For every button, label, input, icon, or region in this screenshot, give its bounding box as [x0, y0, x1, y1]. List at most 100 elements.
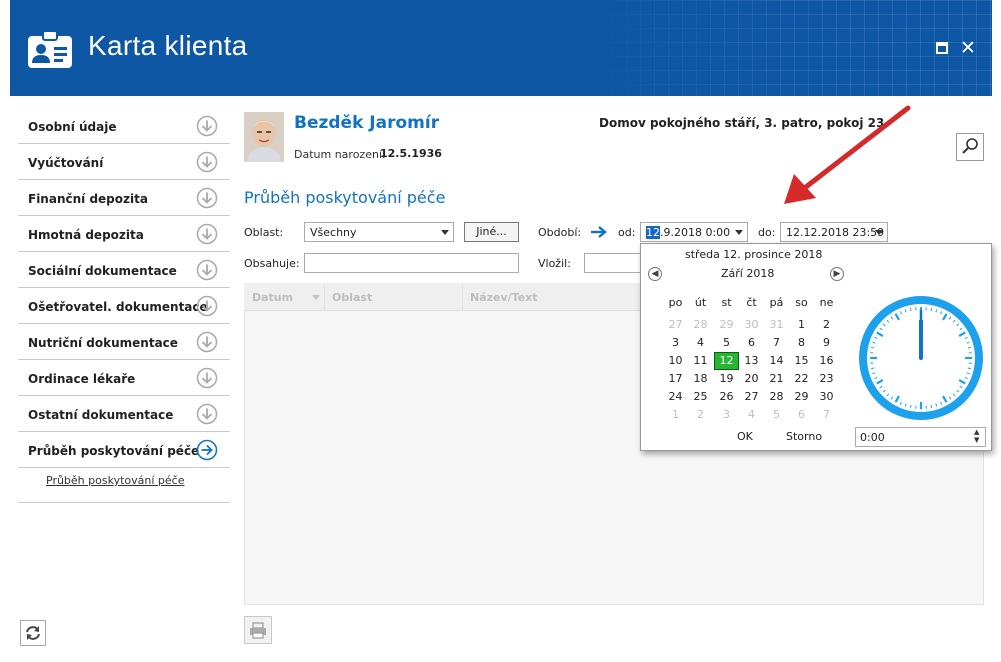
sidebar-item-1[interactable]: Vyúčtování [18, 144, 230, 180]
calendar-day[interactable]: 28 [688, 316, 713, 334]
sidebar-item-label: Osobní údaje [28, 120, 117, 134]
today-label[interactable]: středa 12. prosince 2018 [685, 248, 822, 261]
calendar-day[interactable]: 29 [789, 388, 814, 406]
sidebar-item-label: Nutriční dokumentace [28, 336, 178, 350]
calendar-day[interactable]: 11 [688, 352, 713, 370]
refresh-button[interactable] [20, 620, 46, 646]
calendar-day[interactable]: 30 [814, 388, 839, 406]
section-title: Průběh poskytování péče [244, 188, 446, 207]
weekday-pá: pá [769, 296, 784, 309]
sidebar-item-label: Vyúčtování [28, 156, 104, 170]
calendar-day[interactable]: 27 [663, 316, 688, 334]
calendar-day[interactable]: 30 [739, 316, 764, 334]
sidebar-item-label: Finanční depozita [28, 192, 148, 206]
oblast-combo[interactable]: Všechny [304, 222, 454, 242]
column-nazev[interactable]: Název/Text [470, 291, 538, 304]
time-input[interactable]: 0:00 [855, 427, 986, 447]
calendar-day[interactable]: 17 [663, 370, 688, 388]
sidebar-divider [18, 502, 230, 503]
storno-button[interactable]: Storno [786, 430, 822, 443]
arrow-down-circle-icon [196, 151, 218, 173]
calendar-day[interactable]: 10 [663, 352, 688, 370]
calendar-day[interactable]: 4 [688, 334, 713, 352]
calendar-day[interactable]: 7 [764, 334, 789, 352]
maximize-icon[interactable] [936, 42, 948, 54]
month-label[interactable]: Září 2018 [721, 267, 774, 280]
obsahuje-label: Obsahuje: [244, 257, 300, 270]
vlozil-input[interactable] [584, 253, 644, 273]
sidebar-item-7[interactable]: Ordinace lékaře [18, 360, 230, 396]
next-month-icon[interactable]: ▶ [830, 267, 844, 281]
calendar-day[interactable]: 28 [764, 388, 789, 406]
od-label: od: [618, 226, 636, 239]
calendar-day[interactable]: 1 [663, 406, 688, 424]
calendar-day[interactable]: 20 [739, 370, 764, 388]
calendar-day[interactable]: 2 [814, 316, 839, 334]
column-datum[interactable]: Datum [252, 291, 293, 304]
column-divider [324, 283, 325, 311]
weekday-čt: čt [746, 296, 757, 309]
calendar-day[interactable]: 1 [789, 316, 814, 334]
print-button[interactable] [244, 616, 272, 644]
sidebar-item-0[interactable]: Osobní údaje [18, 108, 230, 144]
calendar-day[interactable]: 13 [739, 352, 764, 370]
calendar-day[interactable]: 31 [764, 316, 789, 334]
sidebar-item-5[interactable]: Ošetřovatel. dokumentace [18, 288, 230, 324]
arrow-right-icon [591, 226, 607, 238]
sidebar-item-6[interactable]: Nutriční dokumentace [18, 324, 230, 360]
arrow-down-circle-icon [196, 115, 218, 137]
sidebar: Osobní údaje Vyúčtování Finanční depozita H… [18, 108, 230, 468]
calendar-day[interactable]: 5 [714, 334, 739, 352]
sidebar-item-9[interactable]: Průběh poskytování péče [18, 432, 230, 468]
chevron-down-icon [735, 230, 743, 235]
calendar-day[interactable]: 6 [739, 334, 764, 352]
calendar-day[interactable]: 25 [688, 388, 713, 406]
sidebar-sub-link[interactable]: Průběh poskytování péče [46, 474, 184, 487]
arrow-down-circle-icon [196, 403, 218, 425]
obsahuje-input[interactable] [304, 253, 519, 273]
sidebar-item-label: Průběh poskytování péče [28, 444, 200, 458]
calendar-day[interactable]: 8 [789, 334, 814, 352]
calendar-day[interactable]: 7 [814, 406, 839, 424]
calendar-day[interactable]: 23 [814, 370, 839, 388]
sidebar-item-4[interactable]: Sociální dokumentace [18, 252, 230, 288]
calendar-day[interactable]: 27 [739, 388, 764, 406]
refresh-icon [26, 626, 40, 640]
calendar-day[interactable]: 16 [814, 352, 839, 370]
calendar-day[interactable]: 3 [714, 406, 739, 424]
calendar-day[interactable]: 15 [789, 352, 814, 370]
search-button[interactable] [956, 133, 984, 161]
sidebar-item-2[interactable]: Finanční depozita [18, 180, 230, 216]
arrow-down-circle-icon [196, 187, 218, 209]
header-pattern [570, 0, 992, 96]
calendar-day[interactable]: 22 [789, 370, 814, 388]
calendar-day[interactable]: 14 [764, 352, 789, 370]
calendar-day[interactable]: 9 [814, 334, 839, 352]
selected-day[interactable]: 12 [714, 352, 739, 370]
print-icon [250, 622, 266, 639]
od-date-combo[interactable]: 12.9.2018 0:00 [640, 222, 748, 242]
sidebar-item-3[interactable]: Hmotná depozita [18, 216, 230, 252]
jine-button[interactable]: Jiné... [464, 222, 519, 242]
calendar-day[interactable]: 24 [663, 388, 688, 406]
weekday-st: st [721, 296, 732, 309]
ok-button[interactable]: OK [737, 430, 753, 443]
calendar-day[interactable]: 19 [714, 370, 739, 388]
calendar-day[interactable]: 29 [714, 316, 739, 334]
calendar-day[interactable]: 5 [764, 406, 789, 424]
calendar-day[interactable]: 26 [714, 388, 739, 406]
do-date-combo[interactable]: 12.12.2018 23:59 [780, 222, 888, 242]
arrow-down-circle-icon [196, 223, 218, 245]
calendar-day[interactable]: 3 [663, 334, 688, 352]
calendar-day[interactable]: 18 [688, 370, 713, 388]
sidebar-item-8[interactable]: Ostatní dokumentace [18, 396, 230, 432]
oblast-value: Všechny [310, 226, 357, 239]
calendar-day[interactable]: 2 [688, 406, 713, 424]
calendar-day[interactable]: 21 [764, 370, 789, 388]
close-icon[interactable]: ✕ [958, 38, 978, 58]
column-oblast[interactable]: Oblast [332, 291, 372, 304]
prev-month-icon[interactable]: ◀ [648, 267, 662, 281]
calendar-day[interactable]: 4 [739, 406, 764, 424]
calendar-day[interactable]: 6 [789, 406, 814, 424]
time-spinner-icon[interactable]: ▲ ▼ [974, 428, 979, 444]
